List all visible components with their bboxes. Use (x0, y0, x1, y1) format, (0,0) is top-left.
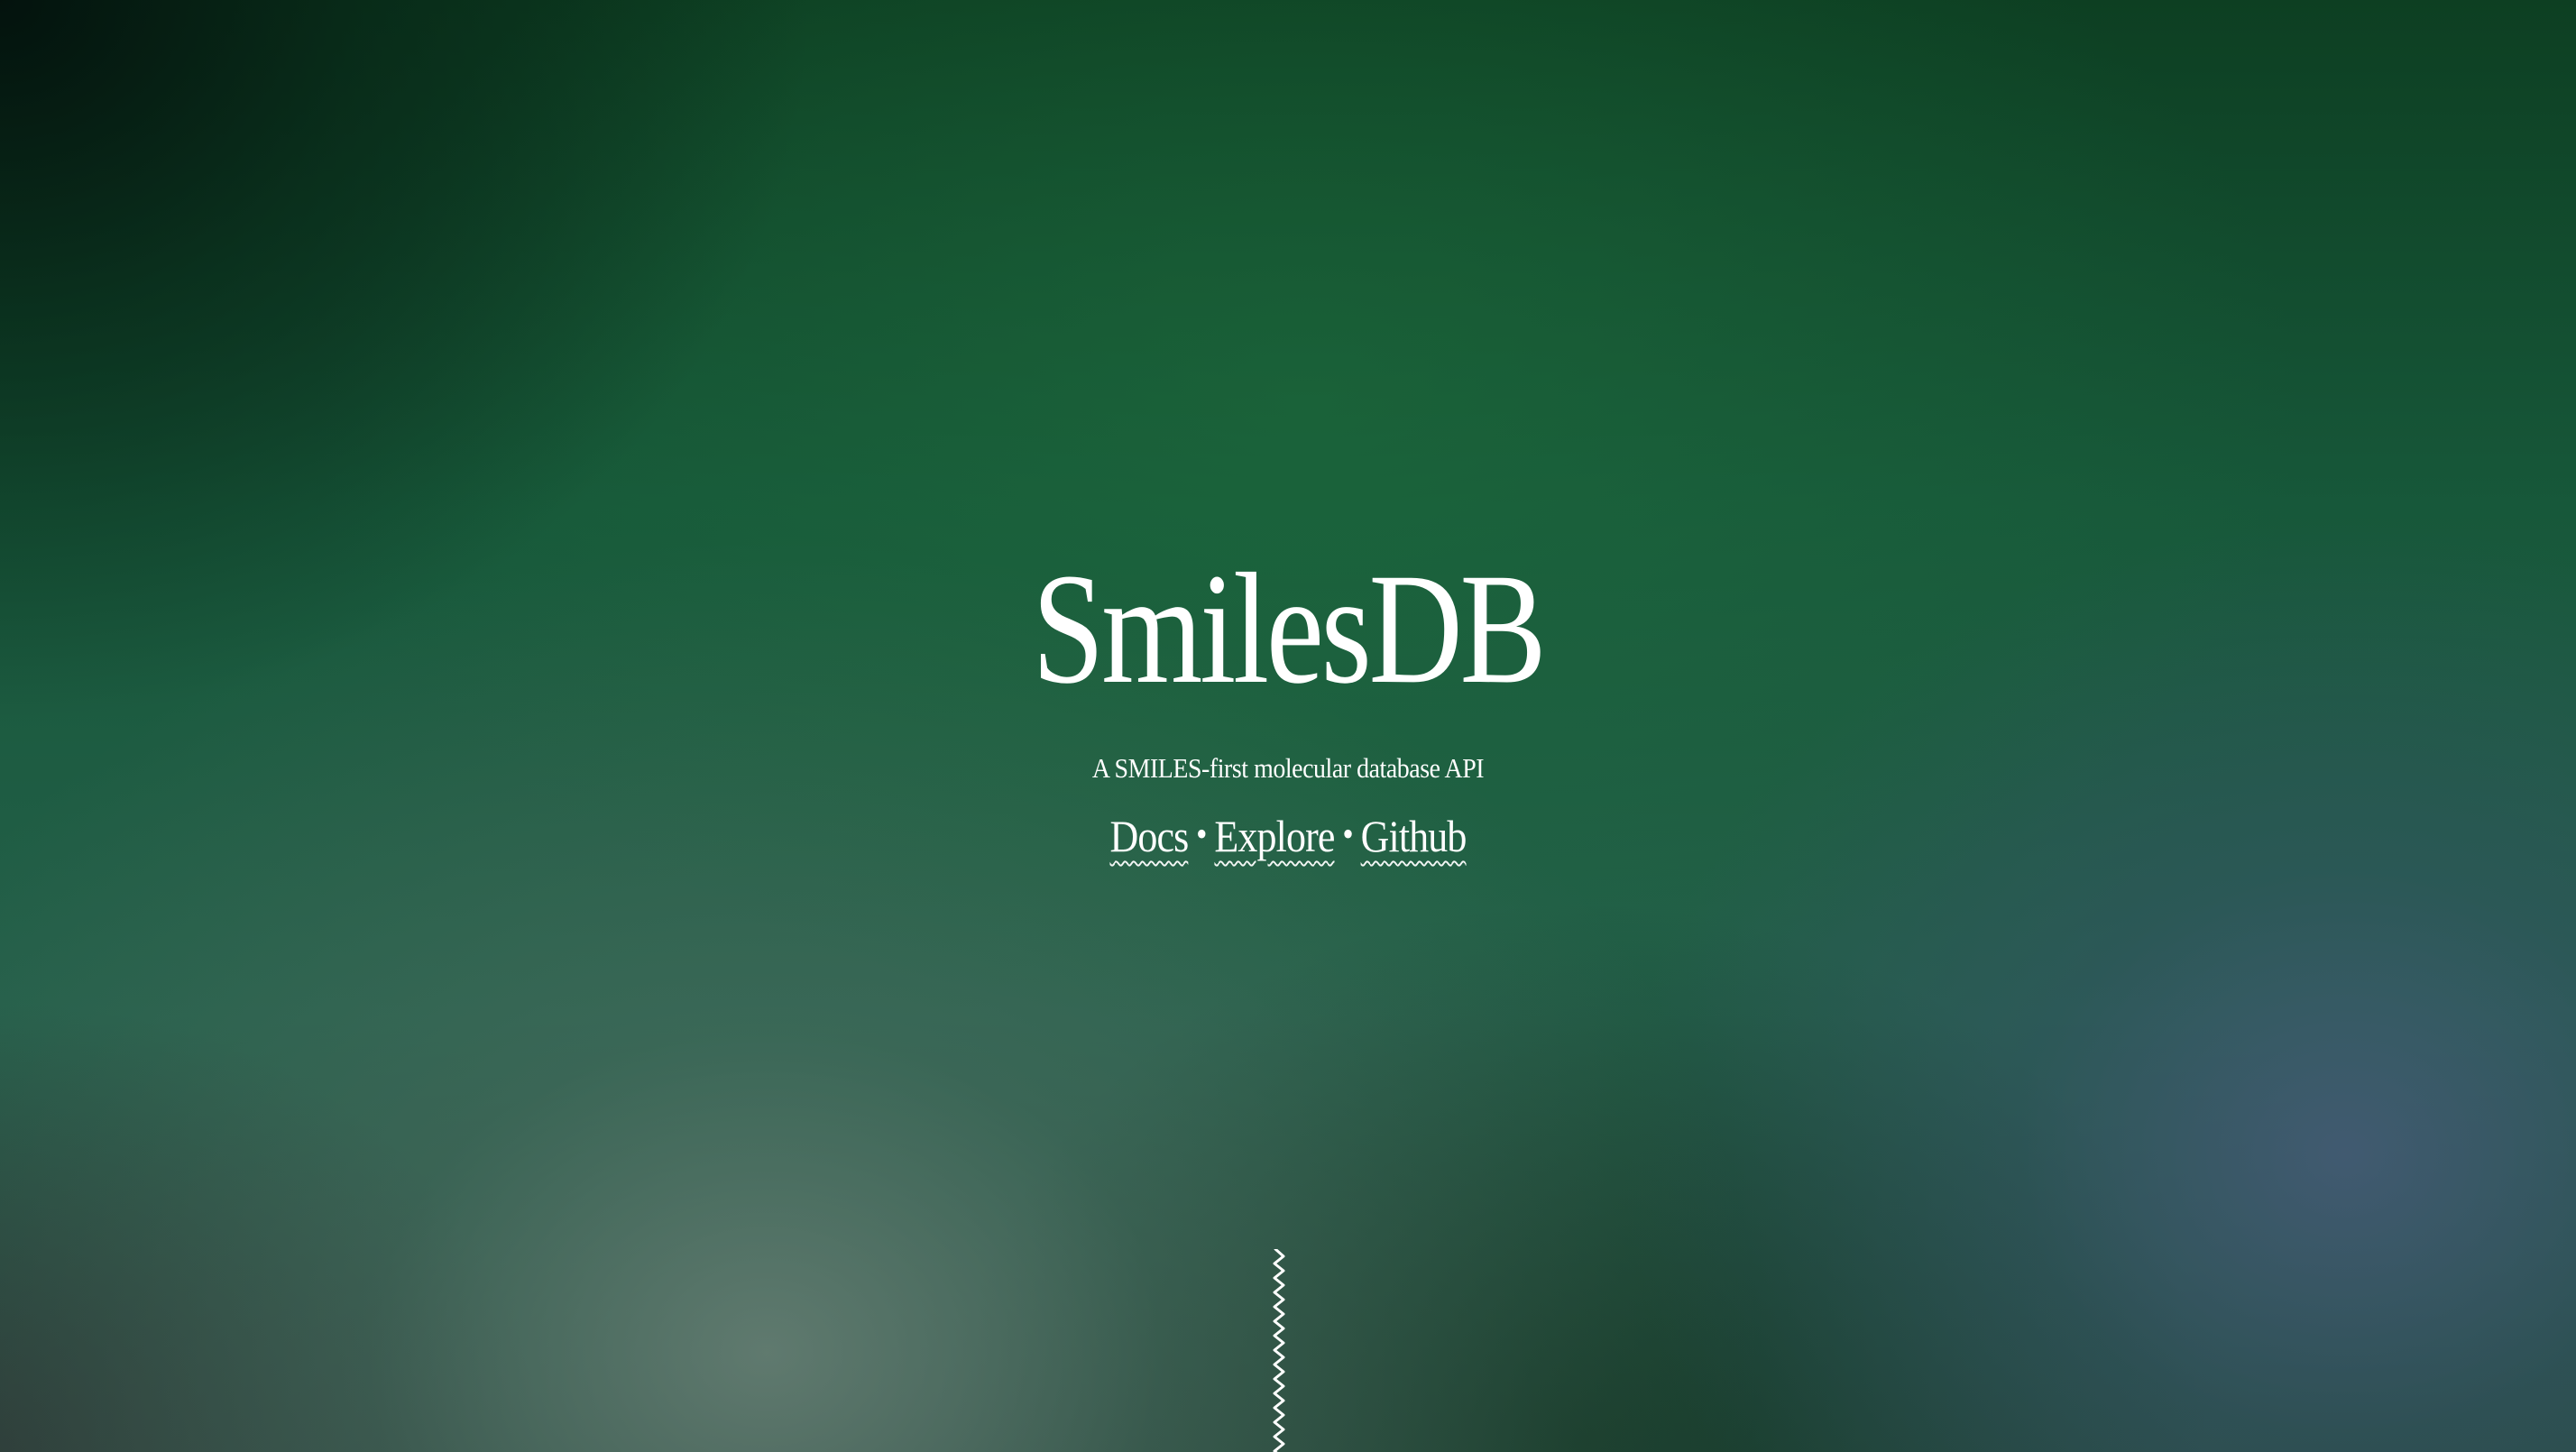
explore-link[interactable]: Explore (1214, 811, 1335, 861)
page-title: SmilesDB (1032, 541, 1546, 717)
docs-link[interactable]: Docs (1109, 811, 1189, 861)
nav-separator: • (1196, 813, 1207, 854)
wavy-line-icon[interactable] (1268, 1249, 1290, 1452)
nav-links: Docs • Explore • Github (154, 810, 2421, 862)
github-link[interactable]: Github (1361, 811, 1467, 861)
hero-section: SmilesDB A SMILES-first molecular databa… (0, 550, 2576, 862)
nav-separator: • (1342, 813, 1353, 854)
page-subtitle: A SMILES-first molecular database API (1091, 752, 1485, 784)
